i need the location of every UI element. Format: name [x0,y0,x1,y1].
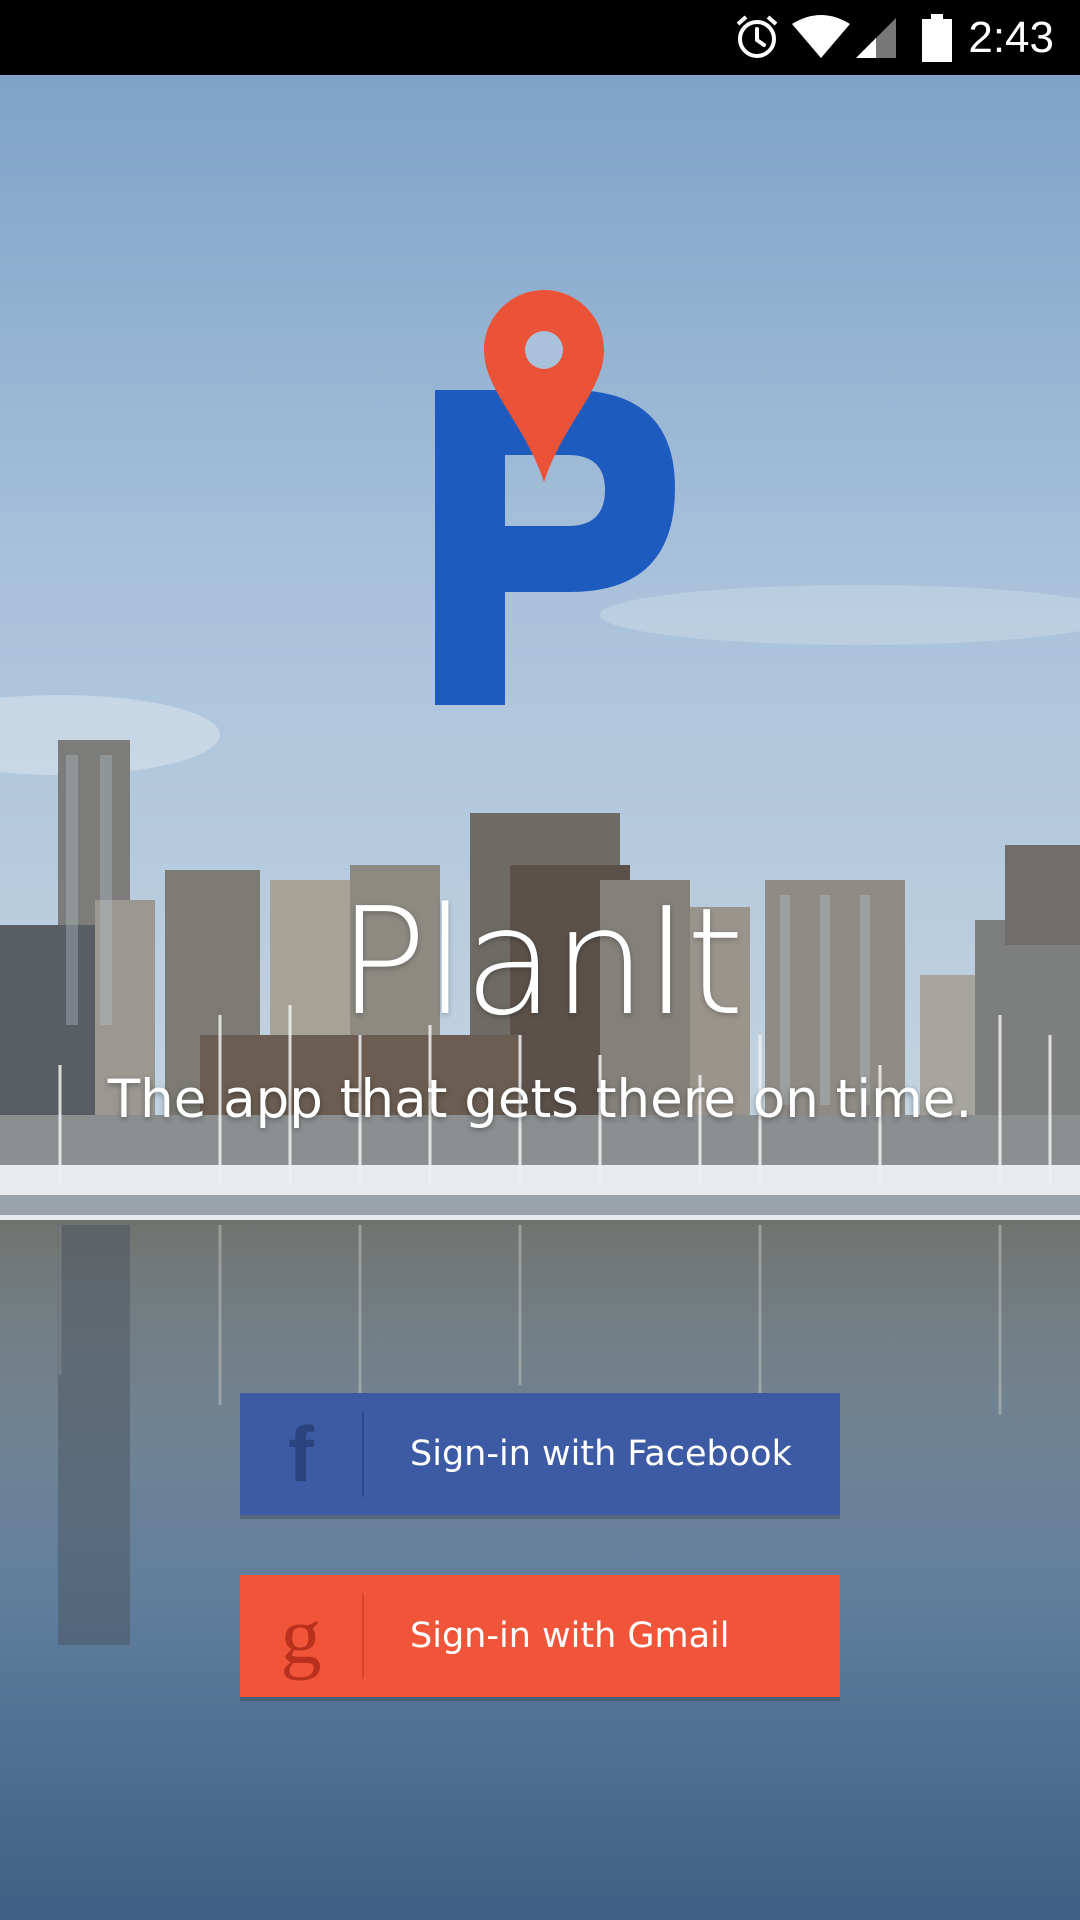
gmail-signin-label: Sign-in with Gmail [410,1616,730,1656]
app-title: PlanIt [337,876,745,1048]
facebook-signin-button[interactable]: f Sign-in with Facebook [240,1393,840,1515]
wifi-icon [792,15,850,58]
button-divider [362,1411,364,1497]
alarm-icon [736,15,778,58]
facebook-icon: f [288,1409,314,1498]
app-tagline: The app that gets there on time. [107,1069,973,1130]
google-icon: g [280,1590,322,1681]
status-bar: 2:43 [0,0,1080,75]
planit-logo-icon [435,290,675,705]
cell-signal-icon [856,18,896,58]
status-time: 2:43 [968,13,1054,62]
battery-icon [922,14,952,62]
button-divider [362,1593,364,1679]
login-screen: 2:43 PlanIt The app that gets there on t… [0,0,1080,1920]
gmail-signin-button[interactable]: g Sign-in with Gmail [240,1575,840,1697]
facebook-signin-label: Sign-in with Facebook [410,1434,792,1474]
